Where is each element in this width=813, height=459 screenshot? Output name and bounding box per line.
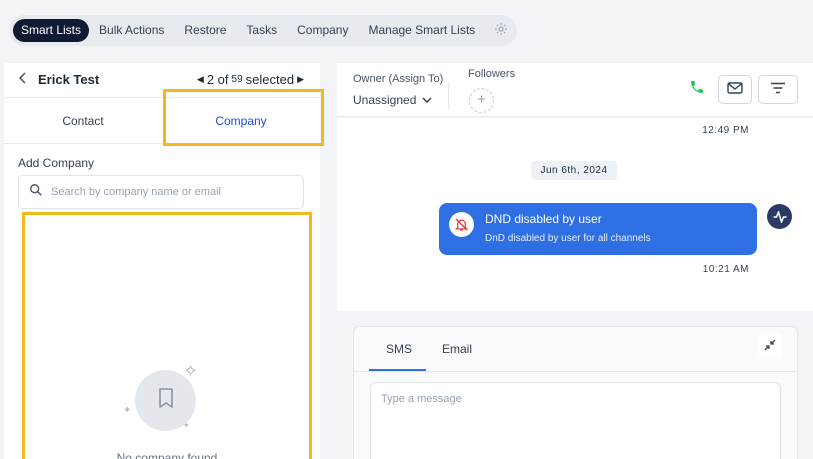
header-divider [448,83,449,109]
collapse-button[interactable] [757,334,782,359]
bell-off-icon [449,212,474,237]
tab-company[interactable]: Company [287,19,358,42]
owner-dropdown[interactable]: Unassigned [353,93,432,107]
message-composer: SMS Email [353,326,798,459]
subtab-contact[interactable]: Contact [4,98,162,143]
dnd-event-card: DND disabled by user DnD disabled by use… [439,203,757,255]
search-icon [29,183,43,202]
tab-restore[interactable]: Restore [174,19,236,42]
conversation-header: Owner (Assign To) Unassigned Followers + [337,63,813,117]
sparkle-icon: ✦ [123,405,132,416]
chevron-down-icon [422,93,432,107]
next-record-icon[interactable]: ▶ [297,74,304,85]
sparkle-icon: ✧ [183,361,199,381]
back-arrow-icon[interactable] [18,71,28,87]
minimize-icon [764,338,776,356]
message-input[interactable] [371,383,780,459]
mail-icon [727,81,743,99]
pager-position: 2 of [206,72,229,87]
tab-sms[interactable]: SMS [386,342,412,356]
dnd-event-subtitle: DnD disabled by user for all channels [485,233,651,244]
subtab-company[interactable]: Company [162,98,320,143]
message-timestamp: 12:49 PM [702,125,749,136]
bookmark-icon [156,387,176,414]
message-timestamp: 10:21 AM [702,264,749,275]
empty-state-text: No company found [116,451,218,459]
empty-company-state: ✧ ✦ ✦ No company found [22,212,312,459]
prev-record-icon[interactable]: ◀ [197,74,204,85]
dnd-event-title: DND disabled by user [485,212,602,226]
filter-icon [770,81,786,99]
add-follower-button[interactable]: + [469,88,494,113]
record-pager: ◀ 2 of 59 selected ▶ [197,72,304,87]
pager-suffix: selected [245,72,295,87]
add-company-label: Add Company [18,156,95,170]
company-search-field[interactable] [18,175,304,209]
detail-subtabs: Contact Company [4,98,320,144]
conversation-thread: 12:49 PM Jun 6th, 2024 DND disabled by u… [337,118,813,311]
sparkle-icon: ✦ [183,421,190,430]
composer-divider [354,371,797,372]
contact-header: Erick Test ◀ 2 of 59 selected ▶ [4,63,320,98]
activity-icon[interactable] [767,204,792,229]
email-button[interactable] [718,75,752,104]
contact-name: Erick Test [38,72,100,87]
owner-value: Unassigned [353,93,417,107]
company-search-input[interactable] [51,186,291,198]
tab-smart-lists[interactable]: Smart Lists [13,19,90,42]
tab-bulk-actions[interactable]: Bulk Actions [89,19,174,42]
active-tab-indicator [369,369,426,371]
message-box [370,382,781,459]
tab-tasks[interactable]: Tasks [236,19,287,42]
filter-button[interactable] [758,75,798,104]
smart-lists-tabbar: Smart Lists Bulk Actions Restore Tasks C… [9,15,517,46]
gear-icon[interactable] [491,22,511,39]
pager-total: 59 [231,74,243,85]
followers-label: Followers [468,68,516,80]
owner-label: Owner (Assign To) [353,73,444,85]
tab-manage-smart-lists[interactable]: Manage Smart Lists [358,19,485,42]
tab-email[interactable]: Email [442,342,472,356]
phone-icon[interactable] [689,79,705,100]
date-separator: Jun 6th, 2024 [531,161,617,180]
